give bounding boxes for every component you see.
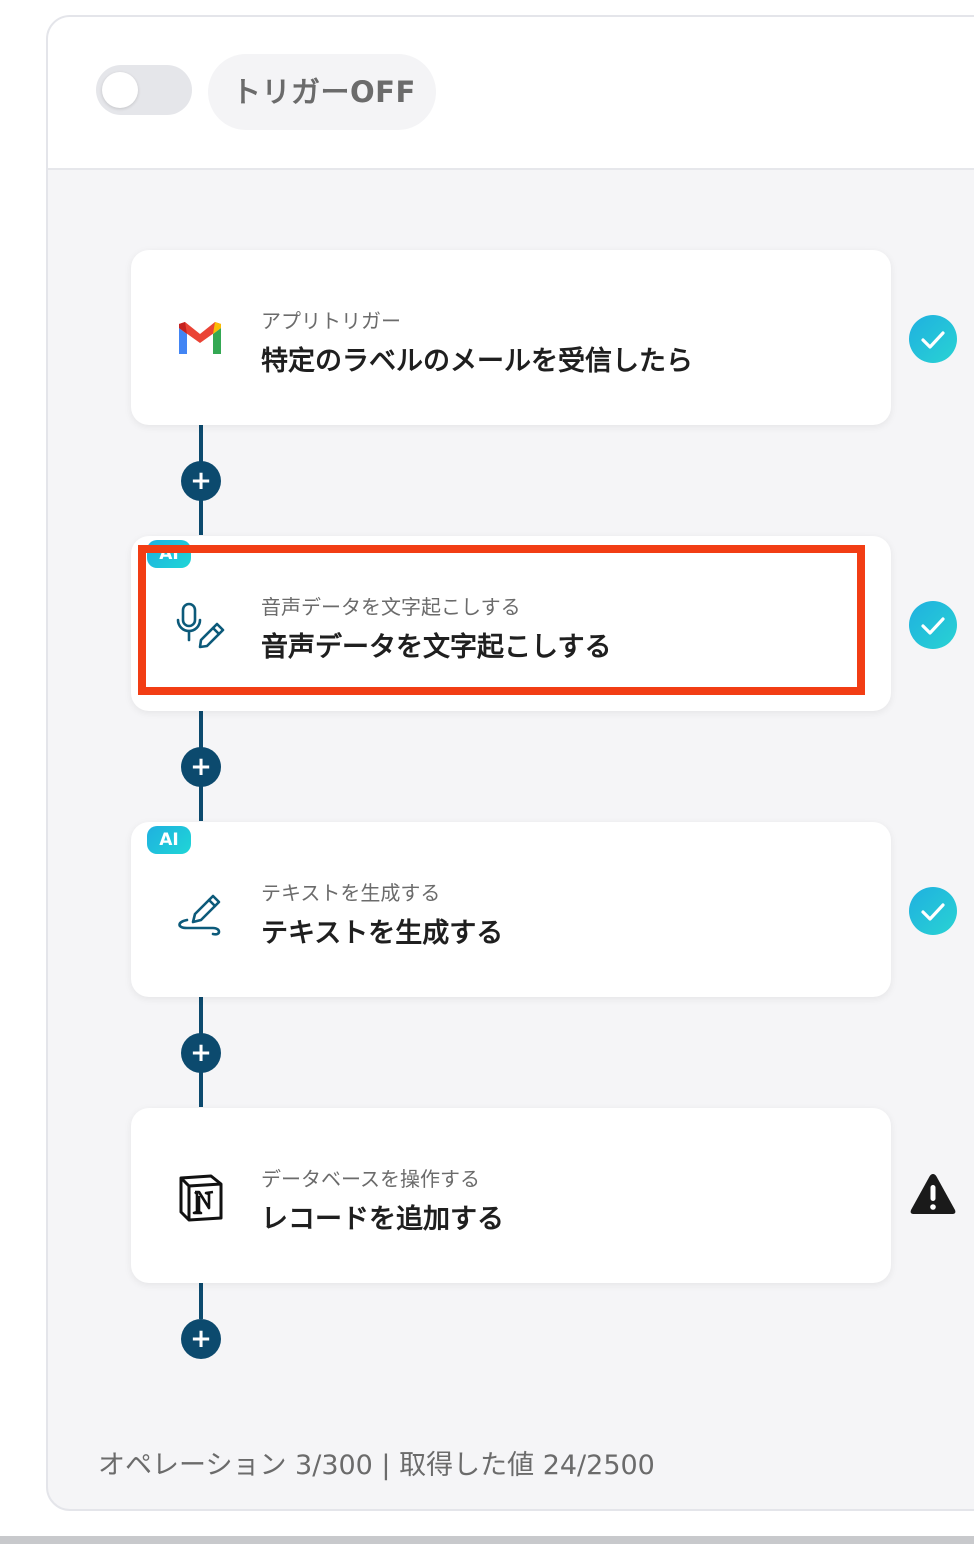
microphone-pen-icon	[173, 598, 227, 652]
add-step-button[interactable]: +	[181, 1033, 221, 1073]
step-subtitle: テキストを生成する	[261, 881, 441, 905]
add-step-button[interactable]: +	[181, 747, 221, 787]
flow-panel: トリガーOFF + + + + アプリトリガー 特定のラベルのメールを受信したら…	[46, 15, 974, 1511]
gmail-icon	[173, 312, 227, 366]
check-circle-icon	[908, 600, 958, 650]
notion-icon	[173, 1170, 227, 1224]
warning-icon	[908, 1170, 958, 1220]
step-title: 特定のラベルのメールを受信したら	[261, 346, 693, 377]
ai-badge: AI	[147, 540, 191, 568]
step-subtitle: 音声データを文字起こしする	[261, 595, 521, 619]
step-subtitle: データベースを操作する	[261, 1167, 480, 1191]
step-subtitle: アプリトリガー	[261, 309, 401, 333]
flow-header: トリガーOFF	[48, 17, 974, 170]
step-card-gmail-trigger[interactable]: アプリトリガー 特定のラベルのメールを受信したら	[131, 250, 891, 425]
ai-badge: AI	[147, 826, 191, 854]
step-card-notion-add-record[interactable]: データベースを操作する レコードを追加する	[131, 1108, 891, 1283]
check-circle-icon	[908, 886, 958, 936]
check-circle-icon	[908, 314, 958, 364]
pen-scribble-icon	[173, 884, 227, 938]
add-step-button[interactable]: +	[181, 1319, 221, 1359]
step-card-transcribe-audio[interactable]: AI 音声データを文字起こしする 音声データを文字起こしする	[131, 536, 891, 711]
step-title: 音声データを文字起こしする	[261, 632, 612, 663]
trigger-toggle[interactable]	[96, 65, 192, 115]
trigger-status-label: トリガーOFF	[232, 75, 416, 109]
trigger-status-pill: トリガーOFF	[208, 54, 436, 130]
add-step-button[interactable]: +	[181, 461, 221, 501]
step-title: テキストを生成する	[261, 918, 504, 949]
step-title: レコードを追加する	[261, 1204, 504, 1235]
usage-stats: オペレーション 3/300 | 取得した値 24/2500	[98, 1450, 655, 1481]
flow-connector	[199, 1283, 203, 1319]
toggle-knob	[102, 72, 138, 108]
step-card-generate-text[interactable]: AI テキストを生成する テキストを生成する	[131, 822, 891, 997]
bottom-scrollbar[interactable]	[0, 1536, 974, 1544]
